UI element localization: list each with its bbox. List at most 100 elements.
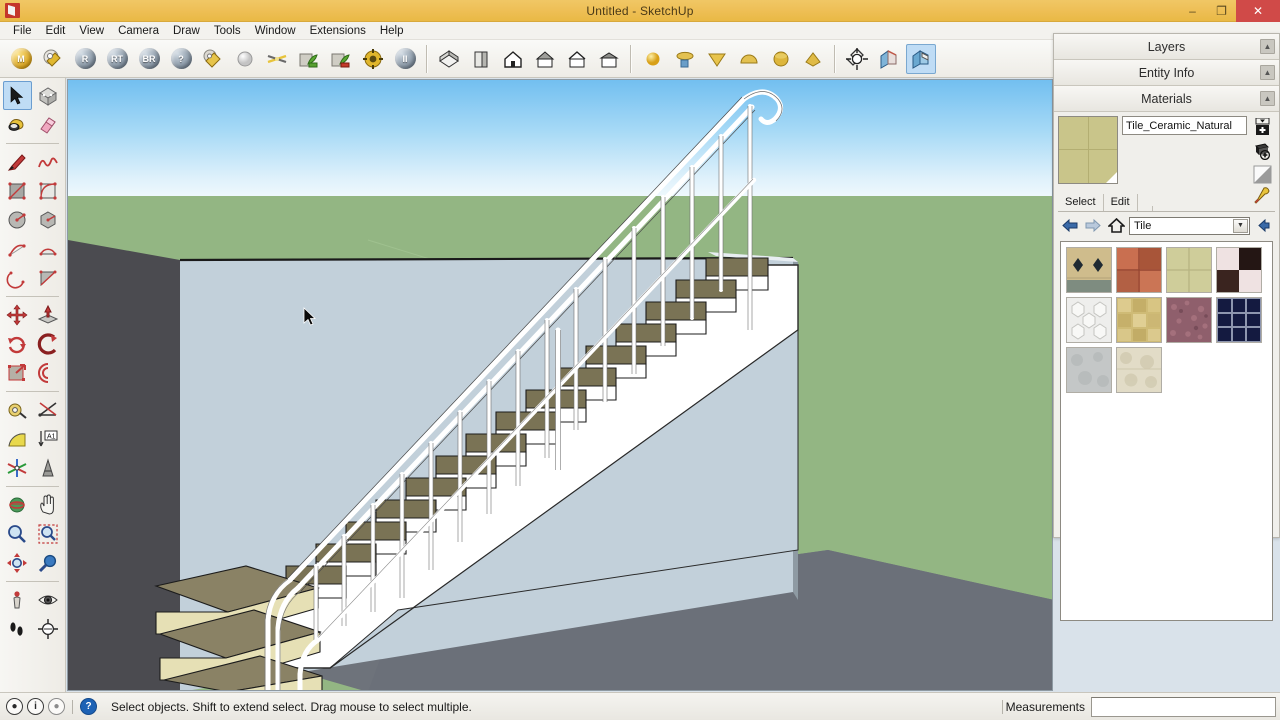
swatch-tile-gold-squares[interactable] bbox=[1116, 297, 1162, 343]
vray-batch-render-button[interactable]: BR bbox=[134, 44, 164, 74]
vray-material-editor-button[interactable]: M bbox=[6, 44, 36, 74]
material-swatch-grid[interactable] bbox=[1060, 241, 1273, 621]
swatch-tile-checker-dark[interactable] bbox=[1216, 247, 1262, 293]
material-library-select[interactable]: Tile ▼ bbox=[1129, 216, 1250, 235]
style-sphere-button[interactable] bbox=[766, 44, 796, 74]
eyedropper-button[interactable] bbox=[1253, 187, 1271, 210]
move-tool-button[interactable] bbox=[3, 300, 32, 329]
look-around-button[interactable] bbox=[34, 585, 63, 614]
layers-collapse-icon[interactable]: ▲ bbox=[1260, 39, 1275, 54]
protractor-tool-button[interactable] bbox=[34, 395, 63, 424]
scale-tool-button[interactable] bbox=[3, 358, 32, 387]
follow-me-tool-button[interactable] bbox=[34, 329, 63, 358]
menu-edit[interactable]: Edit bbox=[39, 23, 73, 39]
offset-tool-button[interactable] bbox=[34, 358, 63, 387]
swatch-tile-hexagon[interactable] bbox=[1066, 297, 1112, 343]
vray-proxy-export-button[interactable] bbox=[326, 44, 356, 74]
instructor-help-icon[interactable]: ? bbox=[80, 698, 97, 715]
pie-tool-button[interactable] bbox=[34, 263, 63, 292]
line-tool-button[interactable] bbox=[3, 147, 32, 176]
zoom-window-tool-button[interactable] bbox=[34, 519, 63, 548]
tab-edit[interactable]: Edit bbox=[1104, 194, 1138, 211]
menu-tools[interactable]: Tools bbox=[207, 23, 248, 39]
two-point-arc-tool-button[interactable] bbox=[34, 234, 63, 263]
current-material-swatch[interactable] bbox=[1058, 116, 1118, 184]
sample-paint-button[interactable] bbox=[1251, 140, 1273, 161]
paint-bucket-button[interactable] bbox=[3, 110, 32, 139]
materials-panel-header[interactable]: Materials ▲ bbox=[1054, 86, 1279, 112]
fog-cone-button[interactable] bbox=[702, 44, 732, 74]
display-section-planes-button[interactable] bbox=[874, 44, 904, 74]
position-camera-button[interactable] bbox=[3, 585, 32, 614]
nav-forward-button[interactable] bbox=[1083, 216, 1103, 235]
select-tool-button[interactable] bbox=[2, 81, 32, 110]
shadow-settings-button[interactable] bbox=[670, 44, 700, 74]
view-top-button[interactable] bbox=[466, 44, 496, 74]
swatch-tile-concrete-gray[interactable] bbox=[1066, 347, 1112, 393]
chevron-down-icon[interactable]: ▼ bbox=[1233, 218, 1248, 233]
menu-help[interactable]: Help bbox=[373, 23, 411, 39]
previous-view-button[interactable] bbox=[34, 548, 63, 577]
material-name-input[interactable] bbox=[1122, 116, 1247, 135]
zoom-extents-tool-button[interactable] bbox=[3, 548, 32, 577]
nav-home-button[interactable] bbox=[1106, 216, 1126, 235]
vray-material-tag-button[interactable] bbox=[198, 44, 228, 74]
vray-render-region-button[interactable] bbox=[358, 44, 388, 74]
section-plane-tool-button[interactable] bbox=[34, 614, 63, 643]
swatch-tile-navy-grid[interactable] bbox=[1216, 297, 1262, 343]
credits-info-icon[interactable]: i bbox=[27, 698, 44, 715]
view-left-button[interactable] bbox=[594, 44, 624, 74]
make-component-button[interactable] bbox=[34, 81, 63, 110]
three-point-arc-tool-button[interactable] bbox=[3, 263, 32, 292]
vray-mesh-light-button[interactable] bbox=[262, 44, 292, 74]
menu-camera[interactable]: Camera bbox=[111, 23, 166, 39]
walk-tool-button[interactable] bbox=[3, 614, 32, 643]
3d-modeling-viewport[interactable] bbox=[67, 79, 1053, 691]
view-iso-button[interactable] bbox=[434, 44, 464, 74]
materials-collapse-icon[interactable]: ▲ bbox=[1260, 91, 1275, 106]
tab-select[interactable]: Select bbox=[1058, 194, 1104, 211]
rotate-tool-button[interactable] bbox=[3, 329, 32, 358]
freehand-tool-button[interactable] bbox=[34, 147, 63, 176]
layers-panel-header[interactable]: Layers ▲ bbox=[1054, 34, 1279, 60]
entity-info-panel-header[interactable]: Entity Info ▲ bbox=[1054, 60, 1279, 86]
swatch-tile-travertine[interactable] bbox=[1116, 347, 1162, 393]
nav-back-button[interactable] bbox=[1060, 216, 1080, 235]
rectangle-tool-button[interactable] bbox=[3, 176, 32, 205]
menu-file[interactable]: File bbox=[6, 23, 39, 39]
set-axes-button[interactable] bbox=[3, 453, 32, 482]
menu-view[interactable]: View bbox=[72, 23, 111, 39]
view-back-button[interactable] bbox=[562, 44, 592, 74]
zoom-tool-button[interactable] bbox=[3, 519, 32, 548]
user-account-icon[interactable]: ● bbox=[48, 698, 65, 715]
pan-tool-button[interactable] bbox=[34, 490, 63, 519]
3d-text-button[interactable] bbox=[34, 453, 63, 482]
vray-render-button[interactable]: R bbox=[70, 44, 100, 74]
sun-sphere-button[interactable] bbox=[638, 44, 668, 74]
eraser-button[interactable] bbox=[34, 110, 63, 139]
axes-protractor-button[interactable] bbox=[3, 424, 32, 453]
tape-measure-tool-button[interactable] bbox=[3, 395, 32, 424]
swatch-tile-terracotta[interactable] bbox=[1116, 247, 1162, 293]
display-section-cuts-button[interactable] bbox=[906, 43, 936, 74]
swatch-tile-ceramic-natural[interactable] bbox=[1166, 247, 1212, 293]
swatch-tile-granite-rose[interactable] bbox=[1166, 297, 1212, 343]
vray-render-rt-button[interactable]: RT bbox=[102, 44, 132, 74]
arc-tool-button[interactable] bbox=[3, 234, 32, 263]
vray-asset-editor-button[interactable] bbox=[38, 44, 68, 74]
vray-proxy-import-button[interactable] bbox=[294, 44, 324, 74]
details-button[interactable] bbox=[1253, 216, 1273, 235]
view-right-button[interactable] bbox=[530, 44, 560, 74]
rotated-rectangle-tool-button[interactable] bbox=[34, 176, 63, 205]
dimension-tool-button[interactable]: A1 bbox=[34, 424, 63, 453]
circle-tool-button[interactable] bbox=[3, 205, 32, 234]
entity-info-collapse-icon[interactable]: ▲ bbox=[1260, 65, 1275, 80]
create-material-button[interactable] bbox=[1251, 116, 1273, 137]
vray-help-button[interactable]: ? bbox=[166, 44, 196, 74]
push-pull-tool-button[interactable] bbox=[34, 300, 63, 329]
swatch-tile-diamond[interactable] bbox=[1066, 247, 1112, 293]
shaded-style-button[interactable] bbox=[798, 44, 828, 74]
vray-pause-render-button[interactable]: II bbox=[390, 44, 420, 74]
menu-draw[interactable]: Draw bbox=[166, 23, 207, 39]
polygon-tool-button[interactable] bbox=[34, 205, 63, 234]
